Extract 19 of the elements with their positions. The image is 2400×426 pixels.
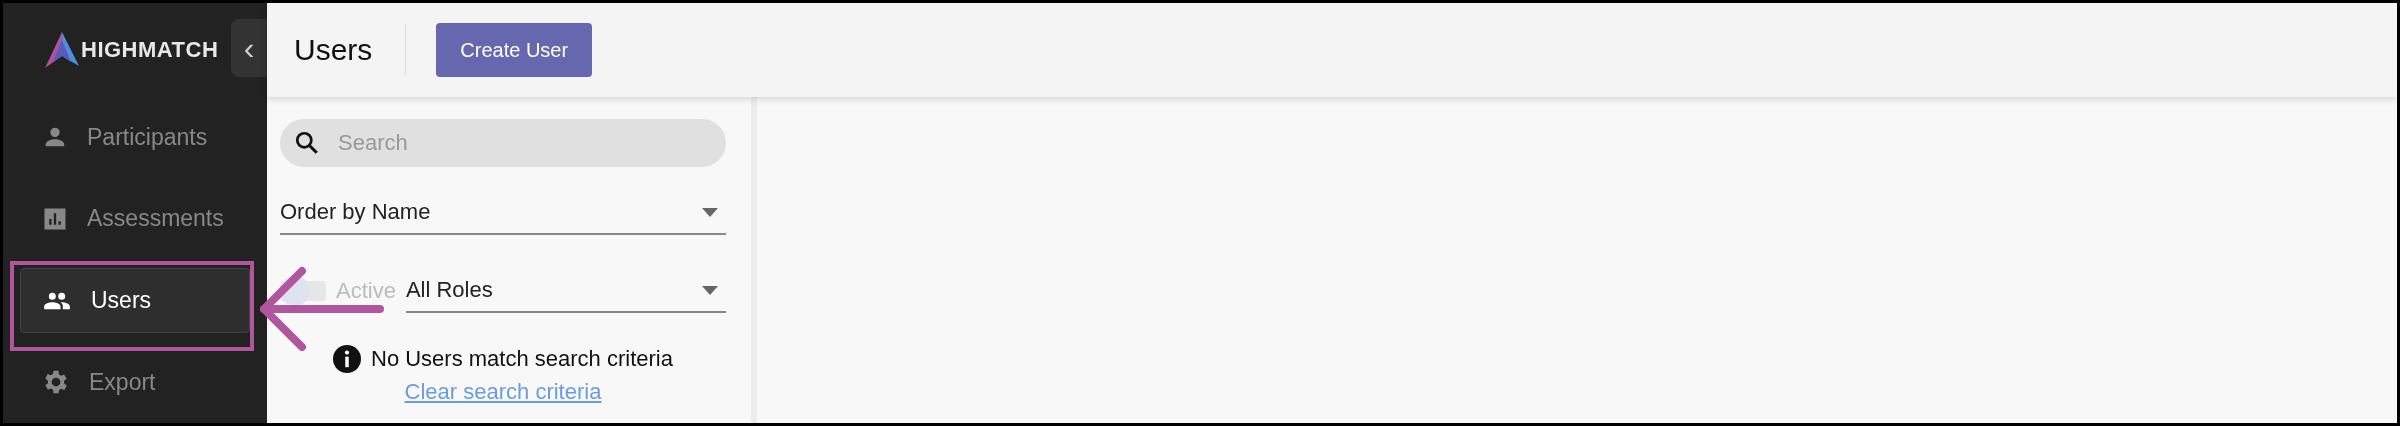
logo-text: HIGHMATCH — [81, 36, 219, 63]
nav-item[interactable]: Users — [20, 267, 250, 334]
nav-item[interactable]: Export — [20, 349, 250, 415]
toggle-label: Active — [336, 278, 396, 304]
collapse-button[interactable]: ‹ — [231, 19, 267, 77]
empty-message: No Users match search criteria — [371, 346, 673, 372]
search-field[interactable]: Search — [280, 119, 726, 167]
triangle-logo-icon — [45, 31, 79, 68]
page-title: Users — [294, 33, 373, 67]
order-select[interactable]: Order by Name — [280, 191, 726, 235]
info-icon — [333, 345, 361, 373]
nav-item[interactable]: Assessments — [20, 186, 250, 252]
dropdown-caret-icon — [702, 207, 718, 217]
roles-select[interactable]: All Roles — [405, 269, 726, 313]
dropdown-caret-icon — [702, 285, 718, 295]
nav-item[interactable]: Participants — [20, 104, 250, 171]
search-icon — [294, 130, 320, 156]
clear-search-link[interactable]: Clear search criteria — [404, 379, 602, 405]
create-user-button[interactable]: Create User — [436, 23, 593, 77]
